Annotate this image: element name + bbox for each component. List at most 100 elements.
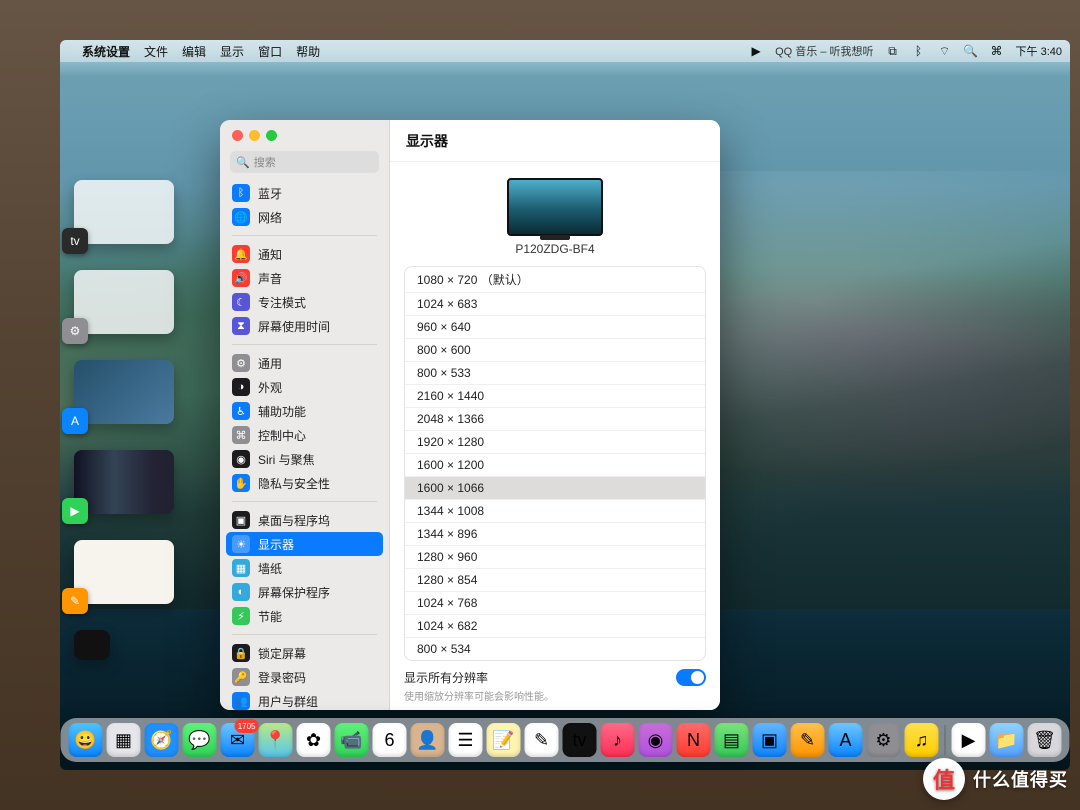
- thumb-6[interactable]: [74, 630, 110, 660]
- spotlight-icon[interactable]: 🔍: [964, 44, 978, 58]
- sidebar-item-privacy[interactable]: ✋隐私与安全性: [220, 471, 389, 495]
- resolution-option[interactable]: 2160 × 1440: [405, 385, 705, 408]
- sidebar-item-lock[interactable]: 🔒锁定屏幕: [220, 641, 389, 665]
- resolution-option[interactable]: 800 × 534: [405, 638, 705, 660]
- now-playing-text[interactable]: QQ 音乐 – 听我想听: [775, 43, 873, 59]
- dock: 😀▦🧭💬✉︎📍✿📹6👤☰📝✎tv♪◉N▤▣✎A⚙︎♫▶📁🗑: [61, 718, 1070, 762]
- dock-app-keynote[interactable]: ▣: [753, 723, 787, 757]
- dock-app-launchpad[interactable]: ▦: [107, 723, 141, 757]
- sidebar-item-network[interactable]: 🌐网络: [220, 205, 389, 229]
- resolution-option[interactable]: 1024 × 682: [405, 615, 705, 638]
- dock-app-qqmusic[interactable]: ♫: [905, 723, 939, 757]
- sidebar-item-label: 隐私与安全性: [258, 475, 330, 492]
- sidebar-item-screensaver[interactable]: ◐屏幕保护程序: [220, 580, 389, 604]
- resolution-option[interactable]: 1280 × 854: [405, 569, 705, 592]
- now-playing-icon[interactable]: ▶: [749, 44, 763, 58]
- control-center-icon[interactable]: ⌘: [990, 44, 1004, 58]
- sidebar-item-gear[interactable]: ⚙︎通用: [220, 351, 389, 375]
- menu-window[interactable]: 窗口: [258, 43, 282, 60]
- sidebar-item-label: 用户与群组: [258, 693, 318, 710]
- maximize-button[interactable]: [266, 130, 277, 141]
- sidebar-item-desktop[interactable]: ▣桌面与程序坞: [220, 508, 389, 532]
- dock-app-contacts[interactable]: 👤: [411, 723, 445, 757]
- dock-app-messages[interactable]: 💬: [183, 723, 217, 757]
- menubar-app[interactable]: 系统设置: [82, 43, 130, 60]
- settings-search[interactable]: 🔍 搜索: [230, 151, 379, 173]
- thumb-4[interactable]: ▶: [74, 450, 174, 514]
- resolution-option[interactable]: 800 × 600: [405, 339, 705, 362]
- sidebar-item-users[interactable]: 👥用户与群组: [220, 689, 389, 710]
- thumb-2[interactable]: ⚙︎: [74, 270, 174, 334]
- thumb-1[interactable]: tv: [74, 180, 174, 244]
- display-preview[interactable]: P120ZDG-BF4: [390, 172, 720, 266]
- resolution-option[interactable]: 1344 × 896: [405, 523, 705, 546]
- sidebar-item-label: 蓝牙: [258, 185, 282, 202]
- close-button[interactable]: [232, 130, 243, 141]
- dock-app-notes[interactable]: 📝: [487, 723, 521, 757]
- dock-tray-tencent[interactable]: ▶: [952, 723, 986, 757]
- resolution-option[interactable]: 1600 × 1066: [405, 477, 705, 500]
- sidebar-item-label: 辅助功能: [258, 403, 306, 420]
- dock-tray-folder[interactable]: 📁: [990, 723, 1024, 757]
- thumb-3-app-icon: A: [62, 408, 88, 434]
- sidebar-item-label: 登录密码: [258, 669, 306, 686]
- dock-app-news[interactable]: N: [677, 723, 711, 757]
- resolution-option[interactable]: 2048 × 1366: [405, 408, 705, 431]
- resolution-option[interactable]: 1280 × 960: [405, 546, 705, 569]
- resolution-option[interactable]: 1080 × 720 （默认）: [405, 267, 705, 293]
- dock-app-numbers[interactable]: ▤: [715, 723, 749, 757]
- dock-app-mail[interactable]: ✉︎: [221, 723, 255, 757]
- lock-icon: 🔒: [232, 644, 250, 662]
- sidebar-item-bell[interactable]: 🔔通知: [220, 242, 389, 266]
- dock-app-settings[interactable]: ⚙︎: [867, 723, 901, 757]
- dock-app-finder[interactable]: 😀: [69, 723, 103, 757]
- menu-help[interactable]: 帮助: [296, 43, 320, 60]
- sidebar-item-bluetooth[interactable]: ᛒ蓝牙: [220, 181, 389, 205]
- resolution-option[interactable]: 1024 × 683: [405, 293, 705, 316]
- menu-view[interactable]: 显示: [220, 43, 244, 60]
- dock-app-podcasts[interactable]: ◉: [639, 723, 673, 757]
- show-all-resolutions-toggle[interactable]: [676, 669, 706, 686]
- resolution-option[interactable]: 960 × 640: [405, 316, 705, 339]
- dock-app-appletv[interactable]: tv: [563, 723, 597, 757]
- dock-app-music[interactable]: ♪: [601, 723, 635, 757]
- sidebar-item-loginpw[interactable]: 🔑登录密码: [220, 665, 389, 689]
- dock-app-freeform[interactable]: ✎: [525, 723, 559, 757]
- sidebar-item-sound[interactable]: 🔊声音: [220, 266, 389, 290]
- airplay-icon[interactable]: ⧉: [886, 44, 900, 58]
- thumb-5[interactable]: ✎: [74, 540, 174, 604]
- dock-app-pages[interactable]: ✎: [791, 723, 825, 757]
- system-settings-window: 🔍 搜索 ᛒ蓝牙🌐网络 🔔通知🔊声音☾专注模式⧗屏幕使用时间 ⚙︎通用◑外观♿︎辅助…: [220, 120, 720, 710]
- resolution-option[interactable]: 1600 × 1200: [405, 454, 705, 477]
- menu-edit[interactable]: 编辑: [182, 43, 206, 60]
- bluetooth-icon[interactable]: ᛒ: [912, 44, 926, 58]
- wifi-icon[interactable]: ⌔: [938, 44, 952, 58]
- dock-app-facetime[interactable]: 📹: [335, 723, 369, 757]
- resolution-option[interactable]: 800 × 533: [405, 362, 705, 385]
- dock-app-calendar[interactable]: 6: [373, 723, 407, 757]
- dock-app-reminders[interactable]: ☰: [449, 723, 483, 757]
- sidebar-item-appearance[interactable]: ◑外观: [220, 375, 389, 399]
- settings-main: 显示器 P120ZDG-BF4 1080 × 720 （默认）1024 × 68…: [390, 120, 720, 710]
- sidebar-item-accessibility[interactable]: ♿︎辅助功能: [220, 399, 389, 423]
- thumb-3[interactable]: A: [74, 360, 174, 424]
- sidebar-item-siri[interactable]: ◉Siri 与聚焦: [220, 447, 389, 471]
- sidebar-item-display[interactable]: ☀︎显示器: [226, 532, 383, 556]
- dock-tray-trash[interactable]: 🗑: [1028, 723, 1062, 757]
- dock-app-photos[interactable]: ✿: [297, 723, 331, 757]
- dock-app-appstore[interactable]: A: [829, 723, 863, 757]
- sidebar-item-screentime[interactable]: ⧗屏幕使用时间: [220, 314, 389, 338]
- sidebar-item-control[interactable]: ⌘控制中心: [220, 423, 389, 447]
- minimize-button[interactable]: [249, 130, 260, 141]
- resolution-option[interactable]: 1344 × 1008: [405, 500, 705, 523]
- menu-file[interactable]: 文件: [144, 43, 168, 60]
- dock-app-safari[interactable]: 🧭: [145, 723, 179, 757]
- resolution-option[interactable]: 1920 × 1280: [405, 431, 705, 454]
- resolution-option[interactable]: 1024 × 768: [405, 592, 705, 615]
- sidebar-item-focus[interactable]: ☾专注模式: [220, 290, 389, 314]
- menubar-clock[interactable]: 下午 3:40: [1016, 43, 1062, 59]
- watermark-icon: 值: [923, 758, 965, 800]
- sidebar-item-battery[interactable]: ⚡︎节能: [220, 604, 389, 628]
- sidebar-item-wallpaper[interactable]: ▦墙纸: [220, 556, 389, 580]
- dock-app-maps[interactable]: 📍: [259, 723, 293, 757]
